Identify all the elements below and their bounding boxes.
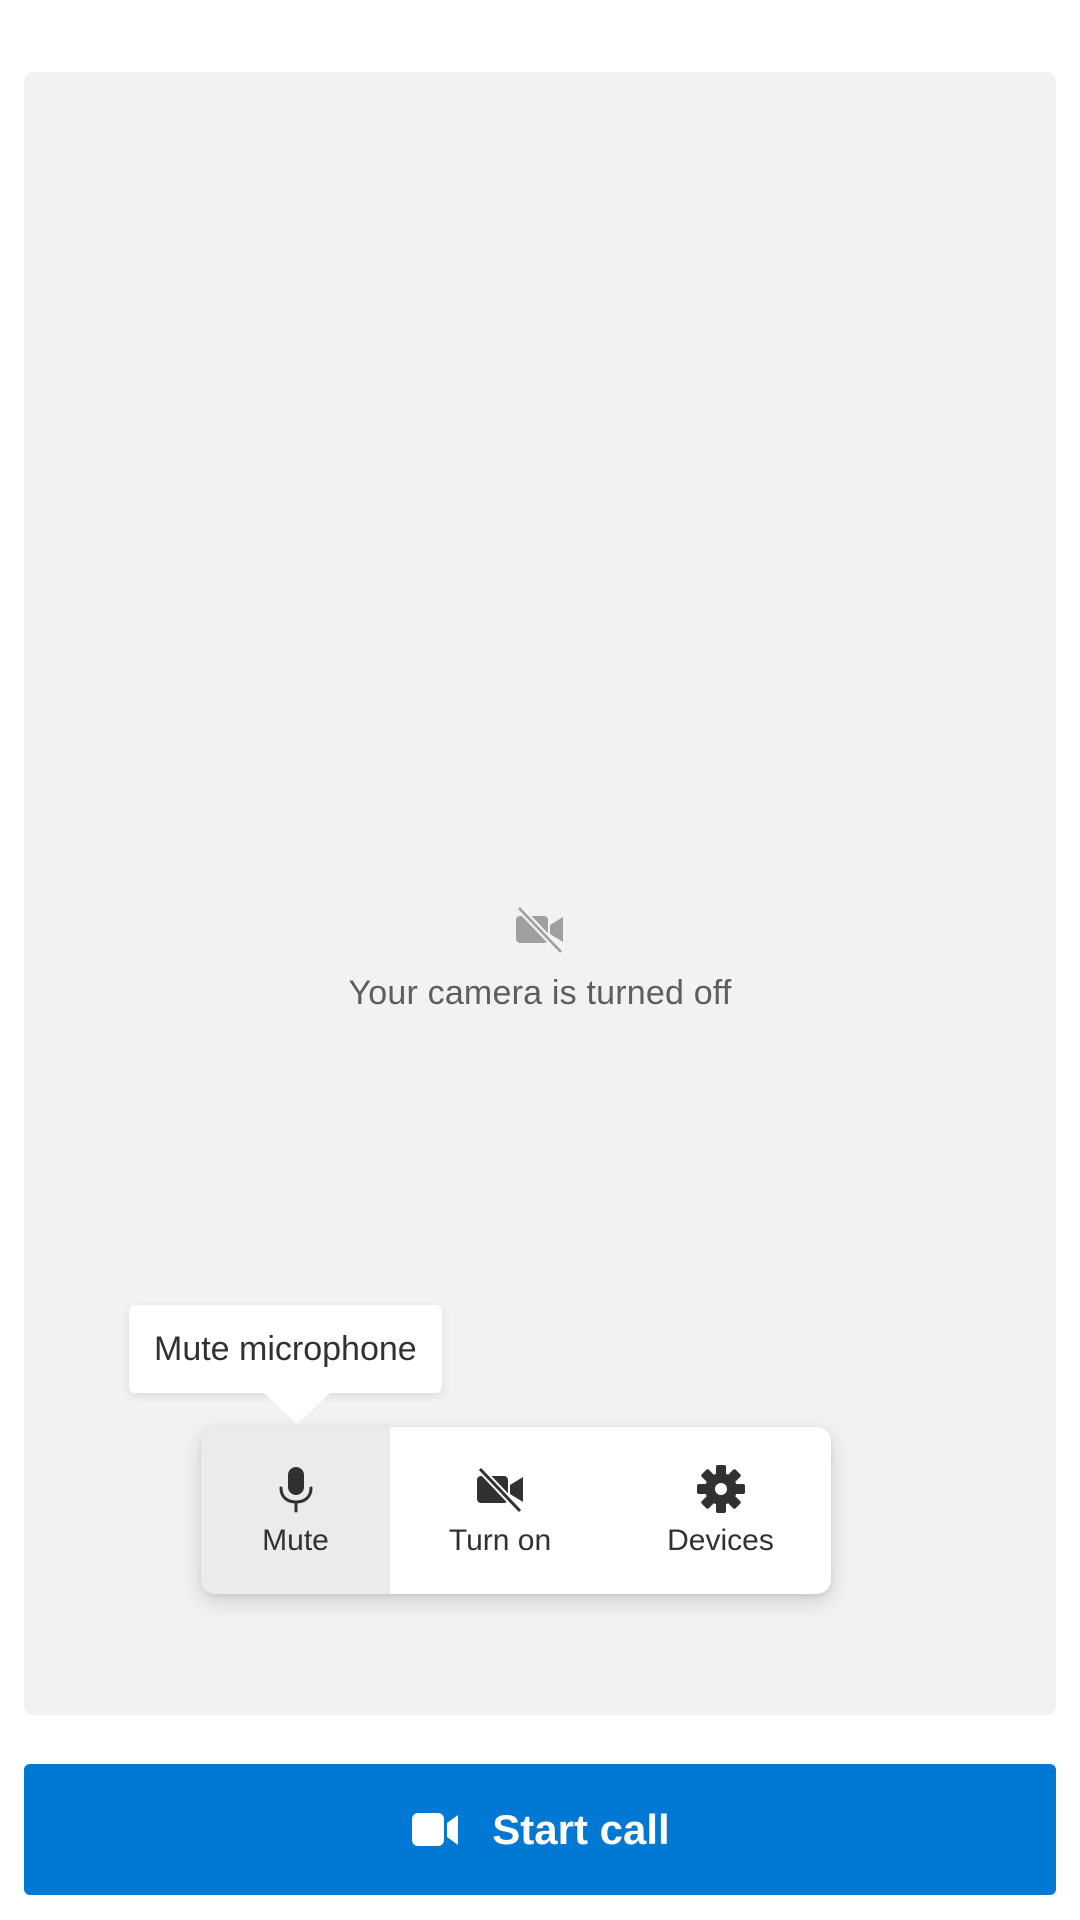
mute-tooltip: Mute microphone <box>129 1305 442 1393</box>
tooltip-arrow <box>263 1392 331 1424</box>
microphone-icon <box>279 1466 312 1512</box>
camera-off-placeholder: Your camera is turned off <box>24 902 1056 1013</box>
camera-toggle-button[interactable]: Turn on <box>390 1427 610 1594</box>
video-camera-icon <box>412 1812 459 1846</box>
mute-label: Mute <box>262 1523 329 1557</box>
call-controls-bar: Mute Turn on Devices <box>201 1427 831 1594</box>
mute-button[interactable]: Mute <box>201 1427 390 1594</box>
start-call-button[interactable]: Start call <box>24 1764 1056 1895</box>
devices-button[interactable]: Devices <box>610 1427 831 1594</box>
camera-off-text: Your camera is turned off <box>348 974 732 1012</box>
start-call-label: Start call <box>492 1805 670 1853</box>
gear-icon <box>696 1464 745 1513</box>
camera-toggle-label: Turn on <box>448 1523 552 1557</box>
video-off-icon <box>477 1466 523 1513</box>
video-off-icon <box>516 905 564 955</box>
call-setup-screen: Your camera is turned off Mute microphon… <box>0 0 1080 1920</box>
devices-label: Devices <box>667 1523 774 1557</box>
